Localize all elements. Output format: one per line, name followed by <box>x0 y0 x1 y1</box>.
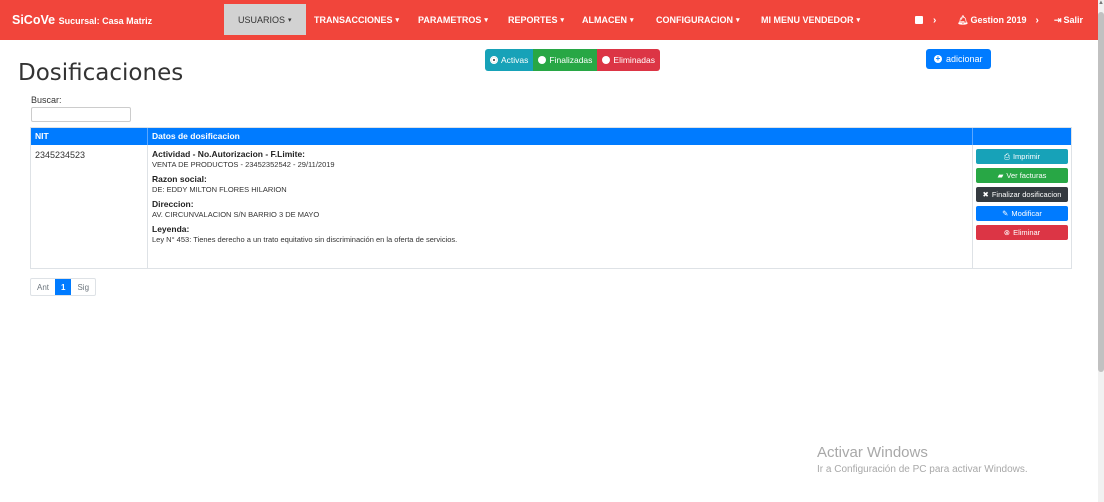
scroll-up-arrow-icon[interactable]: ▲ <box>1098 0 1104 6</box>
table-row: 2345234523 Actividad - No.Autorizacion -… <box>31 145 1071 268</box>
chevron-right-icon: › <box>1035 14 1039 26</box>
caret-down-icon: ▾ <box>736 17 740 24</box>
store-icon <box>915 16 923 24</box>
search-input[interactable] <box>31 107 131 122</box>
watermark-subtitle: Ir a Configuración de PC para activar Wi… <box>817 464 1028 475</box>
nav-gestion-label: Gestion 2019 <box>970 15 1027 25</box>
column-header-nit: NIT <box>31 128 148 145</box>
razon-social-label: Razon social: <box>152 174 207 184</box>
table-header: NIT Datos de dosificacion <box>31 128 1071 145</box>
actividad-label: Actividad - No.Autorizacion - F.Limite: <box>152 149 306 159</box>
radio-unchecked-icon <box>538 56 547 64</box>
nav-parametros-label: PARAMETROS <box>418 15 482 25</box>
nav-store[interactable]: › <box>915 0 936 40</box>
column-header-datos: Datos de dosificacion <box>148 128 973 145</box>
nav-parametros[interactable]: PARAMETROS ▾ <box>418 0 488 40</box>
ver-facturas-label: Ver facturas <box>1006 171 1047 180</box>
caret-down-icon: ▾ <box>630 17 634 24</box>
radio-unchecked-icon <box>602 56 611 64</box>
nav-reportes-label: REPORTES <box>508 15 558 25</box>
ver-facturas-button[interactable]: ▰ Ver facturas <box>976 168 1068 183</box>
pagination-next[interactable]: Sig <box>71 279 95 295</box>
filter-eliminadas[interactable]: Eliminadas <box>597 49 660 71</box>
filter-activas[interactable]: Activas <box>485 49 534 71</box>
nav-mi-menu-vendedor[interactable]: MI MENU VENDEDOR ▾ <box>761 0 860 40</box>
direccion-label: Direccion: <box>152 199 194 209</box>
vertical-scrollbar[interactable]: ▲ <box>1098 0 1104 502</box>
nav-salir[interactable]: ⇥ Salir <box>1054 0 1083 40</box>
top-navbar: SiCoVe Sucursal: Casa Matriz USUARIOS ▾ T… <box>0 0 1098 40</box>
leyenda-label: Leyenda: <box>152 224 190 234</box>
caret-down-icon: ▾ <box>484 17 488 24</box>
plus-circle-icon: + <box>934 54 942 63</box>
nav-gestion[interactable]: 🔔︎ Gestion 2019 › <box>957 0 1039 40</box>
modificar-button[interactable]: ✎ Modificar <box>976 206 1068 221</box>
nav-configuracion-label: CONFIGURACION <box>656 15 733 25</box>
cell-datos: Actividad - No.Autorizacion - F.Limite: … <box>148 145 973 268</box>
pagination-prev[interactable]: Ant <box>31 279 55 295</box>
times-circle-icon: ⊗ <box>1003 228 1011 237</box>
eliminar-label: Eliminar <box>1013 228 1041 237</box>
brand-name: SiCoVe <box>12 13 56 27</box>
logout-icon: ⇥ <box>1054 14 1062 25</box>
filter-activas-label: Activas <box>501 55 529 65</box>
nav-salir-label: Salir <box>1063 15 1084 25</box>
status-filter-group: Activas Finalizadas Eliminadas <box>485 49 660 71</box>
nav-configuracion[interactable]: CONFIGURACION ▾ <box>656 0 740 40</box>
nav-reportes[interactable]: REPORTES ▾ <box>508 0 564 40</box>
pagination: Ant 1 Sig <box>30 278 97 296</box>
finalizar-label: Finalizar dosificacion <box>991 190 1062 199</box>
radio-checked-icon <box>490 56 498 64</box>
caret-down-icon: ▾ <box>288 16 292 24</box>
eliminar-button[interactable]: ⊗ Eliminar <box>976 225 1068 240</box>
filter-finalizadas[interactable]: Finalizadas <box>533 49 598 71</box>
search-label: Buscar: <box>31 95 62 105</box>
add-button-label: adicionar <box>946 54 983 64</box>
leyenda-value: Ley N° 453: Tienes derecho a un trato eq… <box>152 235 458 244</box>
pagination-page-current[interactable]: 1 <box>55 279 72 295</box>
imprimir-label: Imprimir <box>1012 152 1041 161</box>
nav-mi-menu-vendedor-label: MI MENU VENDEDOR <box>761 15 854 25</box>
close-icon: ✖ <box>982 190 989 199</box>
watermark-title: Activar Windows <box>817 444 928 461</box>
nav-almacen-label: ALMACEN <box>582 15 627 25</box>
cell-actions: ⎙ Imprimir ▰ Ver facturas ✖ Finalizar do… <box>973 145 1071 268</box>
chevron-right-icon: › <box>933 14 937 26</box>
nav-usuarios[interactable]: USUARIOS ▾ <box>224 4 306 35</box>
print-icon: ⎙ <box>1003 151 1010 161</box>
finalizar-dosificacion-button[interactable]: ✖ Finalizar dosificacion <box>976 187 1068 202</box>
modificar-label: Modificar <box>1011 209 1042 218</box>
dosificaciones-table: NIT Datos de dosificacion 2345234523 Act… <box>30 127 1072 269</box>
caret-down-icon: ▾ <box>560 17 565 24</box>
nav-almacen[interactable]: ALMACEN ▾ <box>582 0 634 40</box>
brand-branch: Sucursal: Casa Matriz <box>58 16 153 26</box>
caret-down-icon: ▾ <box>856 17 861 24</box>
nav-transacciones-label: TRANSACCIONES <box>314 15 393 25</box>
caret-down-icon: ▾ <box>395 17 400 24</box>
imprimir-button[interactable]: ⎙ Imprimir <box>976 149 1068 164</box>
filter-finalizadas-label: Finalizadas <box>549 55 593 65</box>
windows-activation-watermark: Activar Windows Ir a Configuración de PC… <box>817 444 1028 475</box>
bell-icon: 🔔︎ <box>957 14 969 25</box>
add-button[interactable]: + adicionar <box>926 49 991 69</box>
brand[interactable]: SiCoVe Sucursal: Casa Matriz <box>12 13 152 27</box>
razon-social-value: DE: EDDY MILTON FLORES HILARION <box>152 185 287 194</box>
book-icon: ▰ <box>997 171 1004 180</box>
actividad-value: VENTA DE PRODUCTOS - 23452352542 - 29/11… <box>152 160 335 169</box>
filter-eliminadas-label: Eliminadas <box>613 55 655 65</box>
pencil-icon: ✎ <box>1002 209 1009 218</box>
scrollbar-thumb[interactable] <box>1098 12 1104 372</box>
nav-usuarios-label: USUARIOS <box>238 14 286 25</box>
direccion-value: AV. CIRCUNVALACION S/N BARRIO 3 DE MAYO <box>152 210 320 219</box>
nav-transacciones[interactable]: TRANSACCIONES ▾ <box>314 0 399 40</box>
cell-nit: 2345234523 <box>31 145 148 268</box>
page-title: Dosificaciones <box>18 60 184 86</box>
